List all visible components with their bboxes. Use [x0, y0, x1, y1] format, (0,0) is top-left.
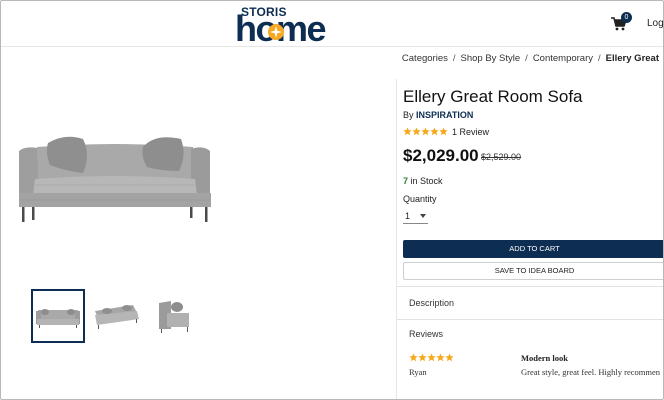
review-body: Great style, great feel. Highly recommen: [521, 367, 661, 377]
thumbnail-angled-view[interactable]: [89, 289, 143, 343]
star-icon: [412, 127, 421, 136]
quantity-value: 1: [405, 211, 411, 221]
star-icon: [427, 353, 436, 362]
save-to-idea-board-button[interactable]: SAVE TO IDEA BOARD: [403, 262, 663, 280]
add-to-cart-button[interactable]: ADD TO CART: [403, 240, 663, 258]
star-icon: [436, 353, 445, 362]
star-icon: [409, 353, 418, 362]
product-main-image[interactable]: [5, 81, 355, 286]
review-rating-stars: [409, 353, 454, 362]
breadcrumb-item-categories[interactable]: Categories: [402, 53, 448, 64]
site-logo[interactable]: STORIS home: [235, 5, 345, 47]
product-rating[interactable]: 1 Review: [403, 126, 489, 137]
stock-count: 7: [403, 176, 409, 186]
star-icon: [430, 127, 439, 136]
cart-count-badge: 0: [621, 12, 632, 23]
thumbnail-side-view[interactable]: [147, 289, 201, 343]
product-brand-line: By INSPIRATION: [403, 110, 473, 120]
quantity-label: Quantity: [403, 194, 437, 204]
product-title: Ellery Great Room Sofa: [403, 87, 583, 106]
star-icon: [439, 127, 448, 136]
product-original-price: $2,529.00: [481, 152, 522, 162]
breadcrumb-item-contemporary[interactable]: Contemporary: [533, 53, 593, 64]
breadcrumb-item-shop-by-style[interactable]: Shop By Style: [461, 53, 521, 64]
breadcrumb-separator: /: [525, 53, 528, 64]
site-header: STORIS home 0 Log: [1, 1, 663, 47]
logo-star-icon: [268, 24, 284, 40]
quantity-select[interactable]: 1: [403, 209, 428, 224]
review-author: Ryan: [409, 367, 427, 377]
product-info-panel: Ellery Great Room Sofa By INSPIRATION 1 …: [396, 79, 663, 399]
description-section[interactable]: Description: [397, 286, 663, 320]
stock-status: 7 in Stock: [403, 176, 443, 186]
dropdown-caret-icon: [420, 214, 426, 218]
breadcrumb-item-current: Ellery Great: [605, 53, 659, 64]
product-price: $2,029.00: [403, 146, 479, 165]
brand-prefix: By: [403, 110, 414, 120]
star-icon: [421, 127, 430, 136]
brand-link[interactable]: INSPIRATION: [416, 110, 473, 120]
star-icon: [403, 127, 412, 136]
star-icon: [445, 353, 454, 362]
description-heading[interactable]: Description: [409, 298, 454, 308]
sofa-image: [19, 136, 211, 222]
reviews-heading[interactable]: Reviews: [409, 329, 443, 339]
review-count-link[interactable]: 1 Review: [452, 127, 489, 137]
star-icon: [418, 353, 427, 362]
rating-stars: [403, 127, 448, 136]
breadcrumb: Categories / Shop By Style / Contemporary / El…: [402, 53, 659, 64]
stock-label: in Stock: [410, 176, 443, 186]
thumbnail-front-view[interactable]: [31, 289, 85, 343]
breadcrumb-separator: /: [452, 53, 456, 64]
login-link[interactable]: Log: [647, 18, 663, 29]
breadcrumb-separator: /: [598, 53, 601, 64]
page-frame: STORIS home 0 Log Categories / Shop By Sty…: [0, 0, 664, 400]
review-title: Modern look: [521, 353, 568, 363]
